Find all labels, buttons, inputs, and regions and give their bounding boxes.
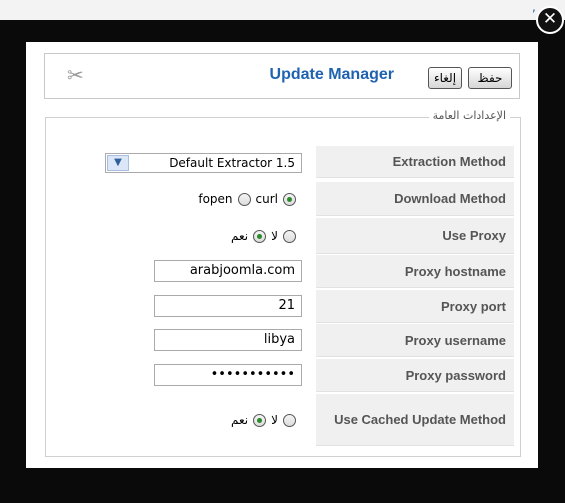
row-proxy-port: 21 Proxy port bbox=[46, 290, 522, 323]
use-proxy-yes-label: نعم bbox=[231, 229, 249, 243]
row-use-proxy: نعم لا Use Proxy bbox=[46, 218, 522, 254]
proxy-port-label: Proxy port bbox=[316, 290, 514, 323]
use-cached-yes-radio[interactable] bbox=[253, 413, 267, 427]
download-curl-label: curl bbox=[255, 192, 278, 206]
page-title: Update Manager bbox=[269, 66, 394, 83]
use-proxy-yes-radio[interactable] bbox=[253, 229, 267, 243]
use-cached-label: Use Cached Update Method bbox=[316, 394, 514, 446]
use-cached-no-radio[interactable] bbox=[283, 413, 296, 427]
proxy-username-input[interactable]: libya bbox=[154, 329, 302, 351]
row-proxy-username: libya Proxy username bbox=[46, 324, 522, 357]
proxy-hostname-input[interactable]: arabjoomla.com bbox=[154, 260, 302, 282]
proxy-port-input[interactable]: 21 bbox=[154, 295, 302, 317]
row-use-cached: نعم لا Use Cached Update Method bbox=[46, 394, 522, 446]
background-page: , bbox=[0, 0, 565, 20]
tools-icon: ✂ bbox=[67, 63, 84, 87]
extraction-method-select[interactable]: ▼ Default Extractor 1.5 bbox=[105, 153, 302, 173]
use-proxy-no-label: لا bbox=[271, 229, 278, 243]
background-fragment: , bbox=[532, 0, 536, 14]
proxy-password-input[interactable]: ••••••••••• bbox=[154, 364, 302, 386]
download-fopen-label: fopen bbox=[198, 192, 233, 206]
proxy-username-label: Proxy username bbox=[316, 324, 514, 357]
row-download-method: fopen curl Download Method bbox=[46, 182, 522, 216]
save-button[interactable]: حفظ bbox=[468, 67, 512, 89]
extraction-method-value: Default Extractor 1.5 bbox=[169, 156, 295, 170]
use-proxy-label: Use Proxy bbox=[316, 218, 514, 254]
chevron-down-icon[interactable]: ▼ bbox=[107, 155, 129, 171]
settings-fieldset: الإعدادات العامة ▼ Default Extractor 1.5… bbox=[45, 109, 522, 457]
proxy-hostname-label: Proxy hostname bbox=[316, 255, 514, 288]
row-proxy-hostname: arabjoomla.com Proxy hostname bbox=[46, 255, 522, 288]
row-proxy-password: ••••••••••• Proxy password bbox=[46, 359, 522, 392]
extraction-method-label: Extraction Method bbox=[316, 146, 514, 178]
proxy-password-label: Proxy password bbox=[316, 359, 514, 392]
download-method-label: Download Method bbox=[316, 182, 514, 216]
cancel-button[interactable]: إلغاء bbox=[428, 67, 462, 89]
row-extraction-method: ▼ Default Extractor 1.5 Extraction Metho… bbox=[46, 146, 522, 178]
use-cached-no-label: لا bbox=[271, 413, 278, 427]
use-proxy-no-radio[interactable] bbox=[283, 229, 296, 243]
download-fopen-radio[interactable] bbox=[237, 192, 251, 206]
toolbar: ✂ Update Manager إلغاء حفظ bbox=[44, 53, 520, 99]
fieldset-legend: الإعدادات العامة bbox=[428, 109, 510, 122]
download-curl-radio[interactable] bbox=[283, 192, 296, 206]
close-icon[interactable]: ✕ bbox=[536, 6, 564, 34]
use-cached-yes-label: نعم bbox=[231, 413, 249, 427]
